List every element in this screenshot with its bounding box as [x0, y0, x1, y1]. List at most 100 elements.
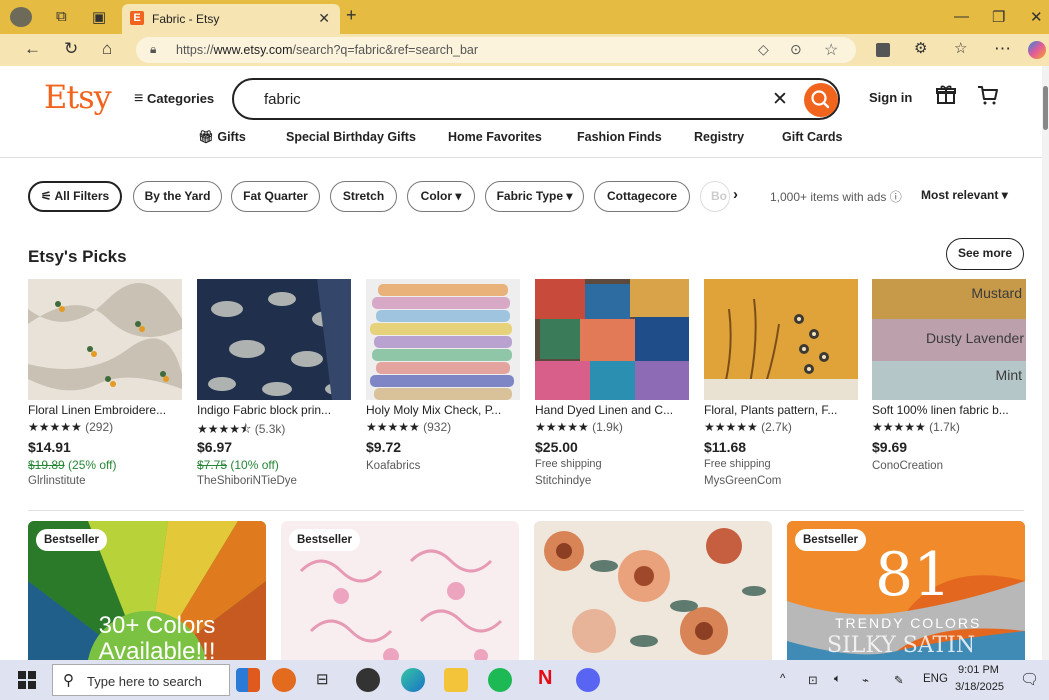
tray-overflow-icon[interactable]: ^ — [780, 673, 785, 685]
minimize-icon[interactable]: — — [954, 8, 969, 25]
product-title[interactable]: Hand Dyed Linen and C... — [535, 403, 689, 417]
product-image[interactable] — [197, 279, 351, 400]
reading-view-icon[interactable]: ⊙ — [790, 41, 802, 58]
edge-icon[interactable] — [401, 668, 425, 692]
sign-in-link[interactable]: Sign in — [869, 90, 912, 105]
spotify-icon[interactable] — [488, 668, 512, 692]
product-title[interactable]: Soft 100% linen fabric b... — [872, 403, 1026, 417]
etsy-logo[interactable]: Etsy — [44, 78, 112, 116]
refresh-icon[interactable]: ↻ — [64, 39, 78, 59]
subnav-gift-cards[interactable]: Gift Cards — [782, 130, 842, 144]
tab-actions-icon[interactable]: ▣ — [92, 8, 106, 26]
product-image[interactable]: Mustard Dusty Lavender Mint — [872, 279, 1026, 400]
categories-button[interactable]: ≡ Categories — [134, 90, 214, 108]
coupon-icon[interactable]: ◇ — [758, 41, 769, 58]
subnav-special-birthday-gifts[interactable]: Special Birthday Gifts — [286, 130, 416, 144]
search-input[interactable]: fabric — [264, 91, 301, 108]
shop-name[interactable]: Glrlinstitute — [28, 475, 86, 487]
url-text[interactable]: https://www.etsy.com/search?q=fabric&ref… — [176, 43, 478, 57]
workspaces-icon[interactable]: ⧉ — [56, 8, 67, 25]
netflix-icon[interactable]: N — [538, 667, 552, 690]
close-window-icon[interactable]: ✕ — [1030, 8, 1043, 26]
shop-name[interactable]: MysGreenCom — [704, 475, 781, 487]
favorites-bar-icon[interactable]: ☆ — [954, 39, 967, 57]
volume-icon[interactable]: 🔈︎ — [834, 673, 841, 686]
product-title[interactable]: Holy Moly Mix Check, P... — [366, 403, 520, 417]
file-explorer-icon[interactable] — [444, 668, 468, 692]
listing-card[interactable]: Bestseller 81 TRENDY COLORS SILKY SATIN — [787, 521, 1025, 660]
tab-etsy[interactable]: E Fabric - Etsy ✕ — [122, 4, 340, 34]
chip-color-dropdown[interactable]: Color ▾ — [407, 181, 475, 212]
back-icon[interactable]: ← — [24, 39, 41, 59]
product-image[interactable] — [366, 279, 520, 400]
task-view-icon[interactable]: ⊟ — [316, 670, 329, 688]
notification-icon[interactable]: 🗨︎ — [1020, 670, 1039, 688]
taskbar-search[interactable]: ⚲ Type here to search — [52, 664, 230, 696]
clear-search-icon[interactable]: ✕ — [772, 88, 788, 111]
product-card[interactable]: Floral Linen Embroidere... ★★★★★ (292) $… — [28, 279, 182, 489]
listing-card[interactable]: Bestseller — [281, 521, 519, 660]
shop-name[interactable]: TheShiboriNTieDye — [197, 475, 297, 487]
favorite-star-icon[interactable]: ☆ — [824, 40, 838, 60]
subnav-gifts[interactable]: 🎁︎ Gifts — [198, 130, 246, 145]
product-image[interactable] — [535, 279, 689, 400]
windows-start-icon[interactable] — [18, 671, 36, 689]
product-title[interactable]: Floral Linen Embroidere... — [28, 403, 182, 417]
chip-stretch[interactable]: Stretch — [330, 181, 397, 212]
copilot-icon[interactable] — [1028, 41, 1046, 59]
lock-icon[interactable]: 🔒︎ — [150, 42, 156, 57]
product-image[interactable] — [704, 279, 858, 400]
language-indicator[interactable]: ENG — [923, 673, 948, 685]
pen-icon[interactable]: ✎ — [894, 673, 904, 687]
shop-name[interactable]: Koafabrics — [366, 460, 420, 472]
restore-icon[interactable]: ❐ — [992, 8, 1005, 26]
more-menu-icon[interactable]: ⋯ — [994, 39, 1011, 59]
search-bar[interactable]: fabric ✕ — [232, 78, 840, 120]
product-card[interactable]: Hand Dyed Linen and C... ★★★★★ (1.9k) $2… — [535, 279, 689, 489]
chip-by-the-yard[interactable]: By the Yard — [133, 181, 222, 212]
basketball-icon[interactable] — [272, 668, 296, 692]
gift-icon[interactable] — [935, 84, 957, 112]
chip-fat-quarter[interactable]: Fat Quarter — [231, 181, 320, 212]
product-title[interactable]: Floral, Plants pattern, F... — [704, 403, 858, 417]
product-card[interactable]: Mustard Dusty Lavender Mint Soft 100% li… — [872, 279, 1026, 489]
home-icon[interactable]: ⌂ — [102, 39, 112, 59]
chip-partial[interactable]: Bo — [700, 181, 730, 212]
sort-dropdown[interactable]: Most relevant ▾ — [921, 188, 1008, 202]
listing-card[interactable] — [534, 521, 772, 660]
all-filters-button[interactable]: ⚟ All Filters — [28, 181, 122, 212]
cart-icon[interactable] — [976, 84, 1000, 112]
extensions-puzzle-icon[interactable]: ⚙ — [914, 39, 927, 57]
scrollbar-thumb[interactable] — [1043, 86, 1048, 130]
taskbar-search-placeholder[interactable]: Type here to search — [87, 674, 202, 689]
shop-name[interactable]: Stitchindye — [535, 475, 591, 487]
subnav-fashion-finds[interactable]: Fashion Finds — [577, 130, 662, 144]
subnav-registry[interactable]: Registry — [694, 130, 744, 144]
ads-note[interactable]: 1,000+ items with ads ⓘ — [770, 188, 902, 205]
app-penguin-icon[interactable] — [356, 668, 380, 692]
profile-avatar[interactable] — [10, 7, 32, 27]
see-more-button[interactable]: See more — [946, 238, 1024, 270]
clock-date[interactable]: 3/18/2025 — [955, 681, 1004, 693]
chip-fabric-type-dropdown[interactable]: Fabric Type ▾ — [485, 181, 584, 212]
extension-icon[interactable] — [876, 43, 890, 57]
address-bar[interactable]: 🔒︎ https://www.etsy.com/search?q=fabric&… — [136, 37, 856, 63]
new-tab-icon[interactable]: + — [346, 5, 357, 26]
clock-time[interactable]: 9:01 PM — [958, 664, 999, 676]
chips-next-arrow-icon[interactable]: › — [733, 186, 738, 203]
widget-icon[interactable] — [236, 668, 260, 692]
shop-name[interactable]: ConoCreation — [872, 460, 943, 472]
listing-card[interactable]: Bestseller 30+ Colors Available!!! — [28, 521, 266, 660]
tab-close-icon[interactable]: ✕ — [318, 10, 330, 27]
listing-image[interactable] — [534, 521, 772, 660]
product-card[interactable]: Holy Moly Mix Check, P... ★★★★★ (932) $9… — [366, 279, 520, 489]
tray-app-icon[interactable]: ⊡ — [808, 673, 818, 687]
product-card[interactable]: Floral, Plants pattern, F... ★★★★★ (2.7k… — [704, 279, 858, 489]
network-icon[interactable]: ⌁ — [862, 673, 869, 687]
chip-cottagecore[interactable]: Cottagecore — [594, 181, 690, 212]
product-card[interactable]: Indigo Fabric block prin... ★★★★⯪ (5.3k)… — [197, 279, 351, 489]
discord-icon[interactable] — [576, 668, 600, 692]
product-title[interactable]: Indigo Fabric block prin... — [197, 403, 351, 417]
search-button[interactable] — [804, 83, 838, 117]
subnav-home-favorites[interactable]: Home Favorites — [448, 130, 542, 144]
